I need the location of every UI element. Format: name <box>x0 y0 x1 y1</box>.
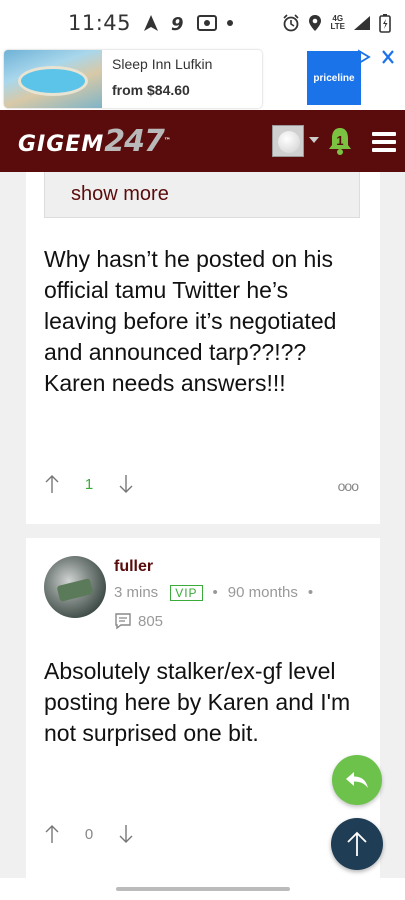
svg-text:9: 9 <box>171 14 184 32</box>
radio-icon <box>197 15 218 31</box>
scroll-to-top-button[interactable] <box>331 818 383 870</box>
post-card: show more Why hasn’t he posted on his of… <box>26 172 380 524</box>
chevron-down-icon[interactable] <box>309 137 319 143</box>
site-logo[interactable]: GIGEM247™ <box>18 124 172 159</box>
vip-badge: VIP <box>170 584 203 601</box>
post-count: 805 <box>114 612 163 630</box>
battery-icon <box>379 14 391 33</box>
clock: 11:45 <box>68 11 132 35</box>
site-header: GIGEM247™ 1 <box>0 110 405 172</box>
upvote-icon[interactable] <box>44 474 60 494</box>
home-gesture-handle[interactable] <box>116 887 290 891</box>
post-body: Why hasn’t he posted on his official tam… <box>44 246 337 396</box>
message-icon <box>115 613 131 630</box>
status-bar: 11:45 9 4G LTE <box>0 0 405 46</box>
separator: • <box>212 584 218 601</box>
arrow-up-icon <box>347 831 367 856</box>
show-more-link[interactable]: show more <box>71 183 169 206</box>
ad-banner[interactable]: Sleep Inn Lufkin from $84.60 priceline <box>0 46 405 110</box>
more-options-icon[interactable]: ooo <box>338 478 359 494</box>
post-card: fuller 3 mins VIP • 90 months • 805 Abso… <box>26 538 380 878</box>
dot-icon <box>227 20 234 26</box>
upvote-icon[interactable] <box>44 824 60 844</box>
ad-hotel-pool-image[interactable] <box>4 50 102 108</box>
network-type: 4G LTE <box>330 14 345 31</box>
vote-bar: 0 <box>44 824 134 844</box>
status-icons-left: 9 <box>143 14 234 32</box>
alarm-icon <box>283 14 300 32</box>
vote-count: 0 <box>84 825 94 843</box>
system-nav-bar <box>0 878 405 900</box>
ad-advertiser-logo[interactable]: priceline <box>307 51 361 105</box>
post-meta: 3 mins VIP • 90 months • <box>114 584 313 601</box>
hamburger-menu-icon[interactable] <box>372 132 396 152</box>
notification-count: 1 <box>336 133 343 148</box>
vote-bar: 1 <box>44 474 134 494</box>
signal-icon <box>354 16 370 30</box>
user-avatar-menu[interactable] <box>272 125 304 157</box>
vote-count: 1 <box>84 475 94 493</box>
location-icon <box>309 15 322 31</box>
nine-app-icon: 9 <box>171 14 184 32</box>
downvote-icon[interactable] <box>118 824 134 844</box>
ad-card[interactable]: Sleep Inn Lufkin from $84.60 <box>4 50 262 108</box>
avatar[interactable] <box>44 556 106 618</box>
ad-price[interactable]: from $84.60 <box>112 82 212 98</box>
navigation-icon <box>144 15 159 31</box>
username-link[interactable]: fuller <box>114 558 153 576</box>
post-body: Absolutely stalker/ex-gf level posting h… <box>44 658 351 746</box>
reply-button[interactable] <box>332 755 382 805</box>
ad-title[interactable]: Sleep Inn Lufkin <box>112 56 212 72</box>
reply-icon <box>346 772 368 788</box>
post-time: 3 mins <box>114 584 159 601</box>
member-since: 90 months <box>227 584 298 601</box>
status-icons-right: 4G LTE <box>282 13 391 33</box>
quote-box: show more <box>44 172 360 218</box>
notification-bell-icon[interactable]: 1 <box>326 126 354 156</box>
ad-choices-icon[interactable] <box>355 48 399 66</box>
downvote-icon[interactable] <box>118 474 134 494</box>
separator: • <box>307 584 314 601</box>
